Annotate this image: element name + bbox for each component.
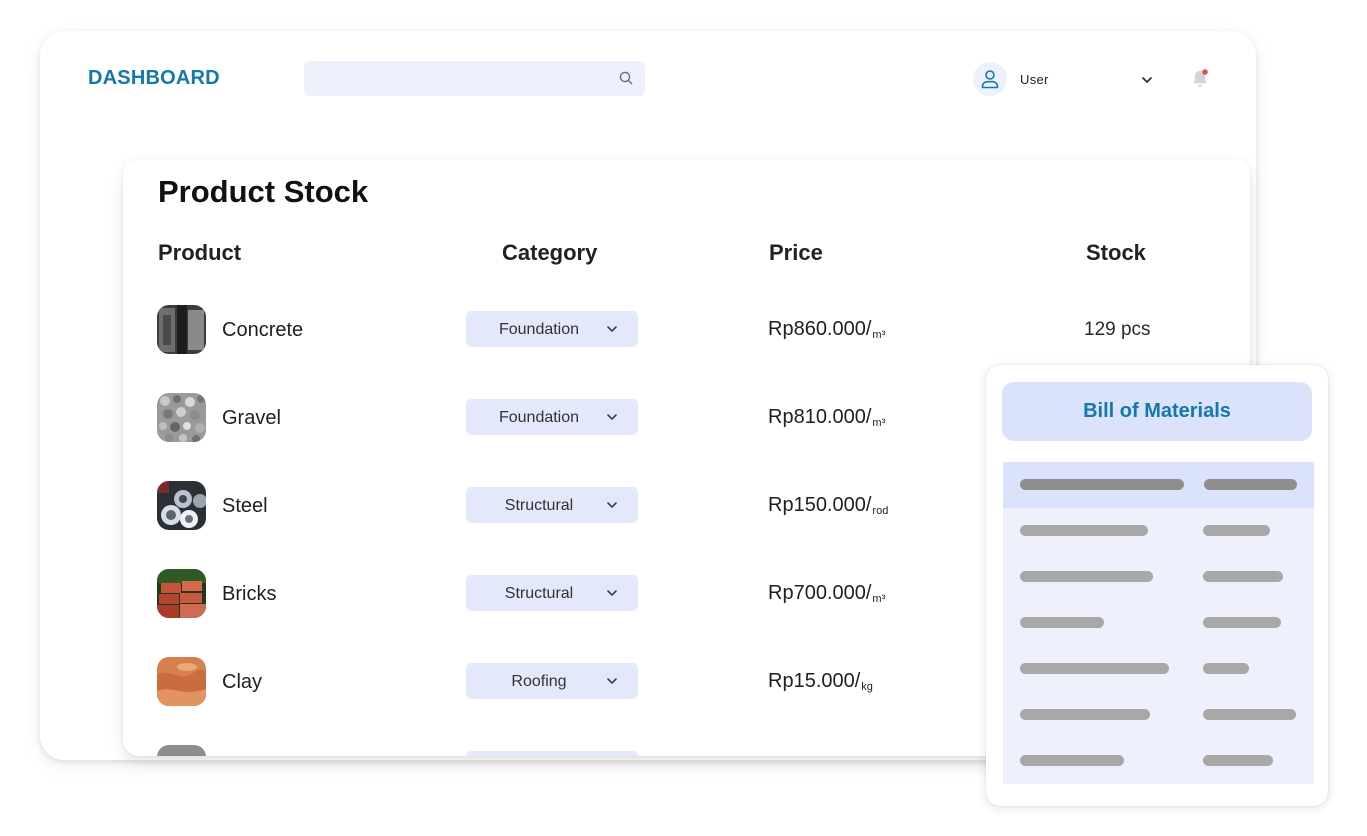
chevron-down-icon (607, 678, 617, 684)
product-name: Clay (222, 671, 263, 693)
product-name: Gravel (222, 407, 281, 429)
search-input[interactable] (304, 61, 645, 96)
price-unit: m³ (872, 417, 886, 429)
skeleton-bar (1204, 479, 1297, 490)
chevron-down-icon (607, 590, 617, 596)
skeleton-bar (1020, 709, 1150, 720)
skeleton-bar (1203, 663, 1249, 674)
price-value: Rp700.000/ (768, 582, 872, 604)
chevron-down-icon[interactable] (1140, 73, 1154, 87)
brand-logo[interactable]: DASHBOARD (88, 67, 220, 90)
product-image (157, 745, 206, 756)
price-value: Rp150.000/ (768, 494, 872, 516)
price-value: Rp810.000/ (768, 406, 872, 428)
chevron-down-icon (607, 414, 617, 420)
skeleton-bar (1203, 525, 1270, 536)
product-price: Rp700.000/m³ (768, 582, 885, 605)
skeleton-bar (1020, 479, 1184, 490)
search-icon[interactable] (618, 70, 634, 86)
category-dropdown[interactable]: Structural (466, 487, 638, 523)
price-unit: kg (861, 681, 873, 693)
category-label: Foundation (498, 409, 580, 426)
column-header-price: Price (769, 240, 823, 265)
bom-table-header (1003, 462, 1314, 508)
category-label: Structural (504, 585, 574, 602)
skeleton-bar (1020, 617, 1104, 628)
skeleton-bar (1203, 709, 1296, 720)
bill-of-materials-title: Bill of Materials (1083, 400, 1231, 422)
page-title: Product Stock (158, 174, 369, 209)
price-unit: rod (872, 505, 889, 517)
price-value: Rp15.000/ (768, 670, 861, 692)
price-unit: m³ (872, 593, 886, 605)
chevron-down-icon (607, 326, 617, 332)
user-icon (981, 70, 999, 89)
product-stock: 129 pcs (1084, 319, 1151, 340)
product-image-steel (157, 481, 206, 530)
skeleton-bar (1203, 617, 1281, 628)
product-image-clay (157, 657, 206, 706)
product-image-gravel (157, 393, 206, 442)
category-dropdown[interactable]: Foundation (466, 399, 638, 435)
product-name: Steel (222, 495, 268, 517)
product-image-concrete (157, 305, 206, 354)
notification-dot (1202, 69, 1208, 75)
bill-of-materials-header[interactable]: Bill of Materials (1002, 382, 1312, 441)
category-dropdown[interactable]: Structural (466, 575, 638, 611)
product-name: Bricks (222, 583, 277, 605)
product-price: Rp150.000/rod (768, 494, 888, 517)
category-dropdown[interactable]: Foundation (466, 311, 638, 347)
product-name: Concrete (222, 319, 304, 341)
product-price: Rp860.000/m³ (768, 318, 885, 341)
price-unit: m³ (872, 329, 886, 341)
user-avatar[interactable] (973, 62, 1007, 96)
skeleton-bar (1020, 525, 1148, 536)
column-header-stock: Stock (1086, 240, 1146, 265)
product-price: Rp15.000/kg (768, 670, 873, 693)
user-name[interactable]: User (1020, 72, 1049, 87)
skeleton-bar (1203, 755, 1273, 766)
skeleton-bar (1020, 663, 1169, 674)
category-label: Structural (504, 497, 574, 514)
chevron-down-icon (607, 502, 617, 508)
skeleton-bar (1020, 571, 1153, 582)
category-dropdown[interactable]: Roofing (466, 663, 638, 699)
skeleton-bar (1203, 571, 1283, 582)
product-image-bricks (157, 569, 206, 618)
bell-icon[interactable] (1190, 68, 1210, 90)
category-label: Roofing (511, 673, 567, 690)
category-label: Foundation (498, 321, 580, 338)
table-row[interactable]: Concrete Foundation Rp860.000/m³ 129 pcs (123, 305, 1250, 355)
category-dropdown[interactable] (466, 751, 638, 756)
skeleton-bar (1020, 755, 1124, 766)
column-header-category: Category (502, 240, 598, 265)
product-price: Rp810.000/m³ (768, 406, 885, 429)
column-header-product: Product (158, 240, 242, 265)
price-value: Rp860.000/ (768, 318, 872, 340)
bom-table-skeleton (1003, 462, 1314, 784)
bill-of-materials-card: Bill of Materials (986, 365, 1328, 806)
